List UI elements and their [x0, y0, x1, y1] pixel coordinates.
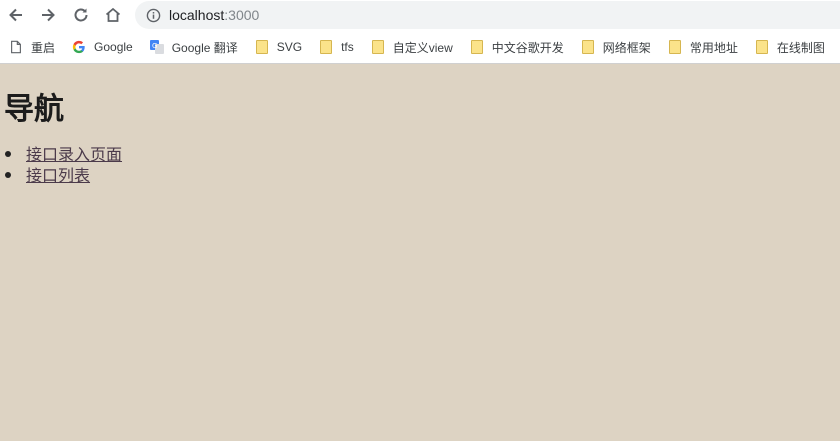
page-icon — [8, 39, 24, 55]
page-content: 导航 接口录入页面 接口列表 — [0, 92, 840, 186]
forward-arrow-icon — [42, 8, 55, 22]
folder-icon — [667, 39, 683, 55]
url-port: :3000 — [224, 7, 260, 23]
bookmark-label: 自定义view — [392, 40, 453, 55]
folder-icon — [318, 39, 334, 55]
folder-icon — [754, 39, 770, 55]
forward-button[interactable] — [32, 1, 64, 29]
bookmarks-bar: 重启 Google G Google 翻译 SVG tfs 自定义view 中文… — [0, 31, 840, 64]
bookmark-label: 重启 — [31, 40, 56, 55]
list-item: 接口录入页面 — [0, 144, 840, 165]
bookmark-folder-svg[interactable]: SVG — [254, 39, 302, 55]
bookmark-google[interactable]: Google — [71, 39, 133, 55]
info-icon[interactable] — [145, 7, 161, 23]
bookmark-label: 在线制图 — [776, 40, 825, 55]
svg-text:G: G — [152, 42, 157, 50]
bookmark-folder-online-drawing[interactable]: 在线制图 — [754, 39, 825, 56]
reload-button[interactable] — [65, 1, 97, 29]
bookmark-restart[interactable]: 重启 — [8, 39, 55, 56]
address-bar[interactable]: localhost:3000 — [135, 1, 840, 29]
url-text[interactable]: localhost:3000 — [169, 7, 259, 23]
bookmark-label: Google 翻译 — [171, 40, 238, 55]
nav-list: 接口录入页面 接口列表 — [0, 144, 840, 186]
folder-icon — [254, 39, 270, 55]
link-api-list[interactable]: 接口列表 — [26, 166, 90, 185]
list-item: 接口列表 — [0, 165, 840, 186]
google-icon — [71, 39, 87, 55]
back-button[interactable] — [0, 1, 32, 29]
bookmark-folder-tfs[interactable]: tfs — [318, 39, 354, 55]
folder-icon — [370, 39, 386, 55]
translate-icon: G — [149, 39, 165, 55]
page-title: 导航 — [4, 92, 64, 127]
bookmark-folder-network[interactable]: 网络框架 — [580, 39, 651, 56]
url-host: localhost — [169, 7, 225, 23]
browser-toolbar: localhost:3000 — [0, 0, 840, 31]
reload-icon — [74, 8, 88, 22]
bookmark-folder-chrome-dev[interactable]: 中文谷歌开发 — [469, 39, 564, 56]
bookmark-label: SVG — [276, 40, 303, 54]
bookmark-label: Google — [94, 40, 133, 54]
bookmark-folder-custom-view[interactable]: 自定义view — [370, 39, 453, 56]
link-api-entry-page[interactable]: 接口录入页面 — [26, 145, 122, 164]
home-button[interactable] — [97, 1, 129, 29]
folder-icon — [469, 39, 485, 55]
folder-icon — [580, 39, 596, 55]
bookmark-label: 网络框架 — [602, 40, 651, 55]
bookmark-label: tfs — [341, 40, 354, 54]
bookmark-google-translate[interactable]: G Google 翻译 — [149, 39, 238, 56]
bookmark-label: 常用地址 — [689, 40, 738, 55]
back-arrow-icon — [9, 8, 22, 22]
bookmark-label: 中文谷歌开发 — [491, 40, 564, 55]
bookmark-folder-common[interactable]: 常用地址 — [667, 39, 738, 56]
home-icon — [105, 7, 121, 22]
